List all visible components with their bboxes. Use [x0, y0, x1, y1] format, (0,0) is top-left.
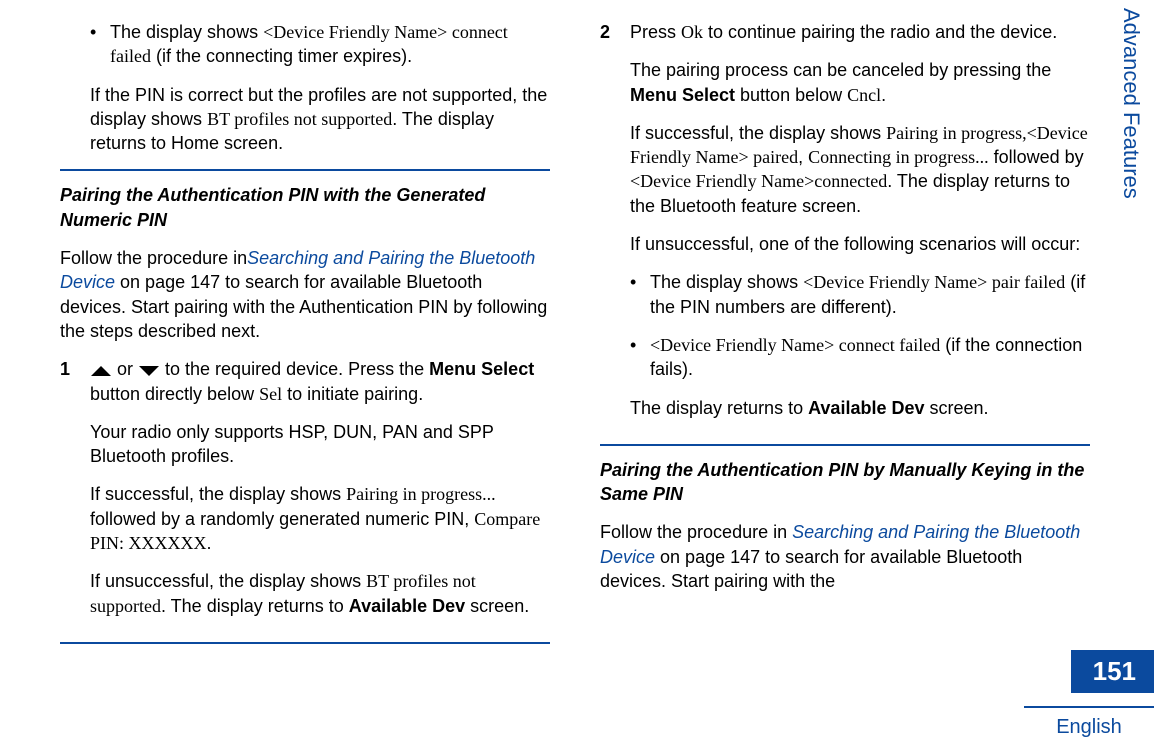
- ui-label: Menu Select: [429, 359, 534, 379]
- text: The pairing process can be canceled by p…: [630, 60, 1051, 80]
- screen-text: Sel: [259, 384, 282, 404]
- text: If unsuccessful, the display shows: [90, 571, 366, 591]
- text: on page 147 to search for available Blue…: [60, 272, 547, 341]
- text: button directly below: [90, 384, 259, 404]
- ui-label: Menu Select: [630, 85, 735, 105]
- text: The display shows: [650, 272, 803, 292]
- side-tab-label: Advanced Features: [1118, 0, 1144, 199]
- text: to continue pairing the radio and the de…: [703, 22, 1057, 42]
- bullet-text: The display shows <Device Friendly Name>…: [110, 20, 550, 69]
- bullet-item: • <Device Friendly Name> connect failed …: [630, 333, 1090, 382]
- column-left: • The display shows <Device Friendly Nam…: [60, 20, 550, 656]
- paragraph: If successful, the display shows Pairing…: [630, 121, 1090, 218]
- language-label: English: [1024, 706, 1154, 749]
- text: followed by a randomly generated numeric…: [90, 509, 474, 529]
- text: The display returns to: [630, 398, 808, 418]
- paragraph: If the PIN is correct but the profiles a…: [90, 83, 550, 156]
- text: on page 147 to search for available Blue…: [600, 547, 1022, 591]
- screen-text: <Device Friendly Name> connect failed: [650, 335, 940, 355]
- text: to the required device. Press the: [160, 359, 429, 379]
- section-divider: [60, 169, 550, 171]
- screen-text: <Device Friendly Name>connected: [630, 171, 887, 191]
- screen-text: Ok: [681, 22, 703, 42]
- text: If successful, the display shows: [630, 123, 886, 143]
- screen-text: Pairing in progress...: [346, 484, 495, 504]
- text: The display shows: [110, 22, 263, 42]
- screen-text: Connecting in progress...: [808, 147, 988, 167]
- page-number: 151: [1071, 650, 1154, 693]
- bullet-text: The display shows <Device Friendly Name>…: [650, 270, 1090, 319]
- step-number: 1: [60, 357, 90, 381]
- subheading: Pairing the Authentication PIN with the …: [60, 183, 550, 232]
- text: . The display returns to: [161, 596, 349, 616]
- text: followed by: [989, 147, 1084, 167]
- page-content: • The display shows <Device Friendly Nam…: [0, 0, 1154, 676]
- step-2: 2 Press Ok to continue pairing the radio…: [600, 20, 1090, 434]
- paragraph: or to the required device. Press the Men…: [90, 357, 550, 406]
- paragraph: Follow the procedure inSearching and Pai…: [60, 246, 550, 343]
- text: Follow the procedure in: [60, 248, 247, 268]
- bullet-marker: •: [630, 333, 650, 357]
- ui-label: Available Dev: [349, 596, 465, 616]
- paragraph: The pairing process can be canceled by p…: [630, 58, 1090, 107]
- ui-label: Available Dev: [808, 398, 924, 418]
- bullet-text: <Device Friendly Name> connect failed (i…: [650, 333, 1090, 382]
- arrow-down-icon: [138, 365, 160, 377]
- step-body: or to the required device. Press the Men…: [90, 357, 550, 632]
- text: ,: [798, 147, 808, 167]
- text: screen.: [465, 596, 529, 616]
- bullet-marker: •: [90, 20, 110, 44]
- paragraph: If unsuccessful, one of the following sc…: [630, 232, 1090, 256]
- paragraph: Follow the procedure in Searching and Pa…: [600, 520, 1090, 593]
- text: If successful, the display shows: [90, 484, 346, 504]
- section-divider: [60, 642, 550, 644]
- bullet-item: • The display shows <Device Friendly Nam…: [630, 270, 1090, 319]
- screen-text: BT profiles not supported: [207, 109, 392, 129]
- paragraph: Press Ok to continue pairing the radio a…: [630, 20, 1090, 44]
- text: button below: [735, 85, 847, 105]
- continued-bullet-block: • The display shows <Device Friendly Nam…: [90, 20, 550, 155]
- text: to initiate pairing.: [282, 384, 423, 404]
- text: screen.: [925, 398, 989, 418]
- paragraph: The display returns to Available Dev scr…: [630, 396, 1090, 420]
- screen-text: Cncl: [847, 85, 881, 105]
- step-number: 2: [600, 20, 630, 44]
- bullet-marker: •: [630, 270, 650, 294]
- column-right: 2 Press Ok to continue pairing the radio…: [600, 20, 1090, 656]
- text: .: [881, 85, 886, 105]
- paragraph: If unsuccessful, the display shows BT pr…: [90, 569, 550, 618]
- text: Press: [630, 22, 681, 42]
- text: .: [207, 533, 212, 553]
- step-body: Press Ok to continue pairing the radio a…: [630, 20, 1090, 434]
- text: (if the connecting timer expires).: [151, 46, 412, 66]
- text: Follow the procedure in: [600, 522, 792, 542]
- screen-text: Pairing in progress,: [886, 123, 1026, 143]
- bullet-item: • The display shows <Device Friendly Nam…: [90, 20, 550, 69]
- screen-text: <Device Friendly Name> pair failed: [803, 272, 1065, 292]
- paragraph: If successful, the display shows Pairing…: [90, 482, 550, 555]
- paragraph: Your radio only supports HSP, DUN, PAN a…: [90, 420, 550, 469]
- step-1: 1 or to the required device. Press the M…: [60, 357, 550, 632]
- arrow-up-icon: [90, 365, 112, 377]
- text: or: [112, 359, 138, 379]
- subheading: Pairing the Authentication PIN by Manual…: [600, 458, 1090, 507]
- section-divider: [600, 444, 1090, 446]
- side-tab: Advanced Features: [1108, 0, 1154, 320]
